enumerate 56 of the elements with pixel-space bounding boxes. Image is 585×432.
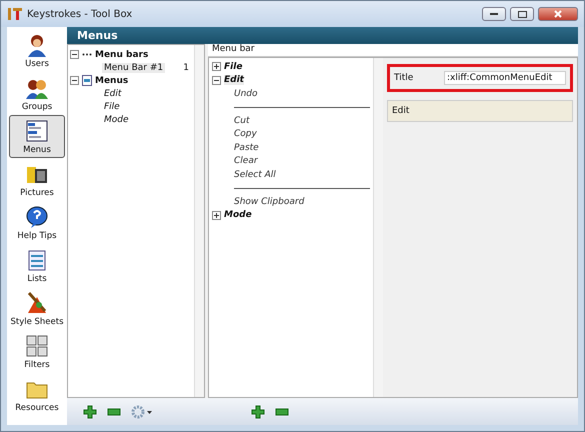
menu-node[interactable]: Mode xyxy=(224,210,252,220)
tree-item[interactable]: Menu Bar #1 xyxy=(102,62,166,72)
tree-node[interactable]: Menu bars xyxy=(95,50,148,60)
tree-item[interactable]: Mode xyxy=(102,114,131,124)
tree-node[interactable]: Menus xyxy=(95,76,128,86)
sidebar-item[interactable]: Pictures xyxy=(9,158,65,201)
menu-item[interactable]: Undo xyxy=(234,88,258,99)
menu-node[interactable]: File xyxy=(224,62,242,72)
sidebar-item[interactable]: Groups xyxy=(9,72,65,115)
maximize-button[interactable] xyxy=(510,7,534,21)
expand-icon[interactable] xyxy=(212,210,221,220)
minimize-icon xyxy=(490,12,498,16)
sidebar-item[interactable]: Resources xyxy=(9,373,65,416)
title-field[interactable]: :xliff:CommonMenuEdit xyxy=(444,71,566,85)
sidebar-item[interactable]: Filters xyxy=(9,330,65,373)
document-icon xyxy=(82,75,92,86)
close-button[interactable] xyxy=(538,7,578,21)
expand-icon[interactable] xyxy=(212,62,221,72)
tools-icon xyxy=(7,7,23,21)
minus-icon[interactable] xyxy=(275,408,289,416)
window-title: Keystrokes - Tool Box xyxy=(27,8,134,20)
menu-item[interactable]: Show Clipboard xyxy=(234,196,304,207)
close-icon xyxy=(554,10,562,18)
tree-item[interactable]: File xyxy=(102,102,122,112)
add-icon[interactable] xyxy=(83,404,97,418)
sidebar-item[interactable]: Help Tips xyxy=(9,201,65,244)
add-icon[interactable] xyxy=(251,404,265,418)
collapse-icon[interactable] xyxy=(70,76,79,85)
collapse-icon[interactable] xyxy=(212,76,221,85)
tree-item[interactable]: Edit xyxy=(102,88,124,98)
question-bubble-icon xyxy=(25,204,49,228)
field-label: Title xyxy=(394,73,414,83)
minus-icon[interactable] xyxy=(107,408,121,416)
menu-list-icon xyxy=(25,118,49,142)
menu-item[interactable]: Clear xyxy=(234,156,258,166)
menu-item[interactable]: Cut xyxy=(234,116,250,126)
section-header: Menus xyxy=(67,27,578,44)
menu-item[interactable]: Paste xyxy=(234,142,259,153)
gear-icon[interactable] xyxy=(131,404,153,418)
sidebar-item[interactable]: Style Sheets xyxy=(9,287,65,330)
sidebar-item[interactable]: Lists xyxy=(9,244,65,287)
minimize-button[interactable] xyxy=(482,7,506,21)
person-icon xyxy=(25,32,49,56)
panel-label: Menu bar xyxy=(208,44,578,57)
collapse-icon[interactable] xyxy=(70,50,79,59)
sidebar-item[interactable]: Menus xyxy=(9,115,65,158)
menu-preview: Edit xyxy=(387,100,573,122)
maximize-icon xyxy=(518,10,526,18)
scrollbar[interactable] xyxy=(373,58,383,397)
menu-item[interactable]: Copy xyxy=(234,129,257,140)
menu-node[interactable]: Edit xyxy=(224,75,244,86)
dots-icon xyxy=(82,53,92,56)
item-count: 1 xyxy=(183,62,190,72)
menu-item[interactable]: Select All xyxy=(234,170,276,180)
sidebar-item[interactable]: Users xyxy=(9,29,65,72)
scrollbar[interactable] xyxy=(194,45,204,397)
